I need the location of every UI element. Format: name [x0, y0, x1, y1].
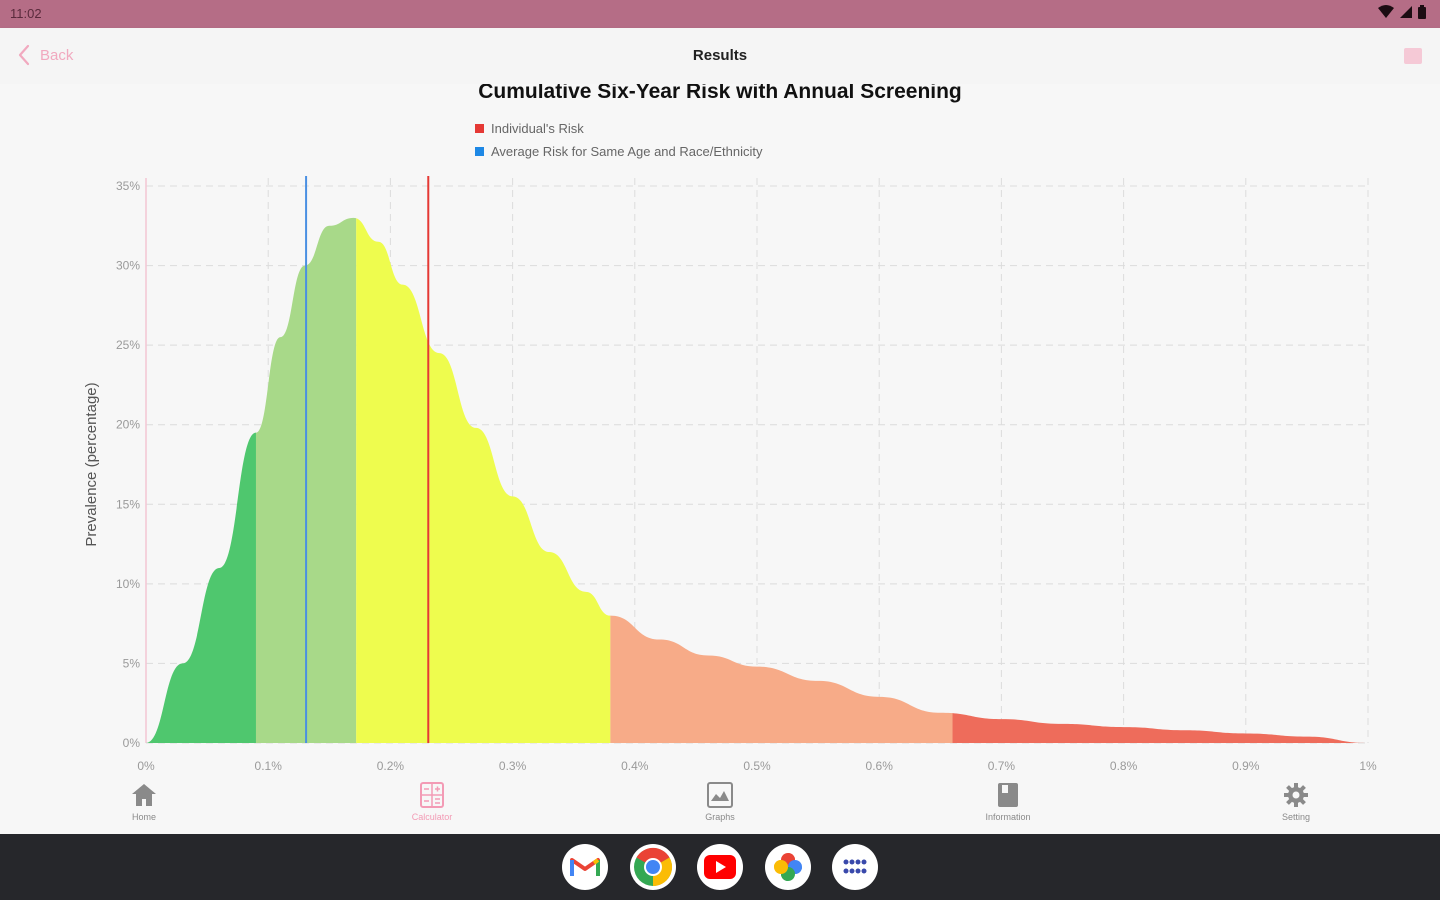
nav-label-calculator: Calculator [411, 812, 453, 822]
x-tick-label: 0.4% [621, 759, 649, 773]
x-tick-label: 0.7% [988, 759, 1016, 773]
gmail-icon[interactable] [562, 844, 608, 890]
results-content: Cumulative Six-Year Risk with Annual Scr… [0, 84, 1440, 778]
nav-item-calculator[interactable]: Calculator [372, 782, 492, 822]
x-tick-label: 0.6% [866, 759, 894, 773]
nav-label-information: Information [985, 812, 1031, 822]
x-tick-label: 0.1% [255, 759, 283, 773]
y-tick-label: 10% [116, 577, 140, 591]
y-tick-label: 5% [123, 656, 141, 670]
risk-band [356, 217, 611, 743]
signal-icon [1400, 6, 1412, 18]
page-title: Results [692, 47, 748, 64]
nav-item-home[interactable]: Home [84, 782, 204, 822]
y-tick-label: 25% [116, 338, 140, 352]
legend-swatch [475, 124, 484, 133]
risk-band [952, 217, 1368, 743]
photos-icon[interactable] [765, 844, 811, 890]
calculator-icon [420, 782, 444, 808]
youtube-icon[interactable] [697, 844, 743, 890]
y-tick-label: 15% [116, 497, 140, 511]
y-tick-label: 30% [116, 259, 140, 273]
bottom-nav: Home Calculator Graphs Information Setti… [0, 778, 1440, 834]
book-icon [998, 783, 1018, 807]
nav-label-home: Home [131, 812, 156, 822]
status-time: 11:02 [10, 6, 42, 21]
y-tick-label: 20% [116, 418, 140, 432]
nav-label-graphs: Graphs [705, 812, 735, 822]
x-tick-label: 0.3% [499, 759, 527, 773]
nav-item-setting[interactable]: Setting [1236, 782, 1356, 822]
x-tick-label: 0.9% [1232, 759, 1260, 773]
app-bar: Back Results [0, 28, 1440, 84]
y-axis-label: Prevalence (percentage) [83, 382, 100, 546]
status-icons [1378, 5, 1426, 19]
x-tick-label: 0.5% [743, 759, 771, 773]
chart-title: Cumulative Six-Year Risk with Annual Scr… [478, 84, 962, 103]
legend-label: Average Risk for Same Age and Race/Ethni… [491, 144, 763, 159]
home-icon [132, 784, 156, 806]
x-tick-label: 0.8% [1110, 759, 1138, 773]
x-tick-label: 0.2% [377, 759, 405, 773]
menu-icon[interactable] [1404, 48, 1422, 64]
x-tick-label: 1% [1359, 759, 1377, 773]
risk-band [610, 217, 953, 743]
risk-chart: Cumulative Six-Year Risk with Annual Scr… [83, 84, 1377, 773]
chrome-icon[interactable] [630, 844, 676, 890]
risk-band [146, 217, 256, 743]
app-drawer-icon[interactable] [832, 844, 878, 890]
y-tick-label: 0% [123, 736, 141, 750]
nav-label-setting: Setting [1281, 812, 1311, 822]
graph-icon [707, 782, 733, 808]
gear-icon [1284, 783, 1308, 807]
legend-label: Individual's Risk [491, 121, 584, 136]
system-dock [0, 834, 1440, 900]
battery-icon [1418, 5, 1426, 19]
x-tick-label: 0% [137, 759, 155, 773]
status-bar: 11:02 [0, 0, 1440, 28]
wifi-icon [1378, 5, 1394, 18]
nav-item-information[interactable]: Information [948, 782, 1068, 822]
nav-item-graphs[interactable]: Graphs [660, 782, 780, 822]
legend-swatch [475, 147, 484, 156]
y-tick-label: 35% [116, 179, 140, 193]
